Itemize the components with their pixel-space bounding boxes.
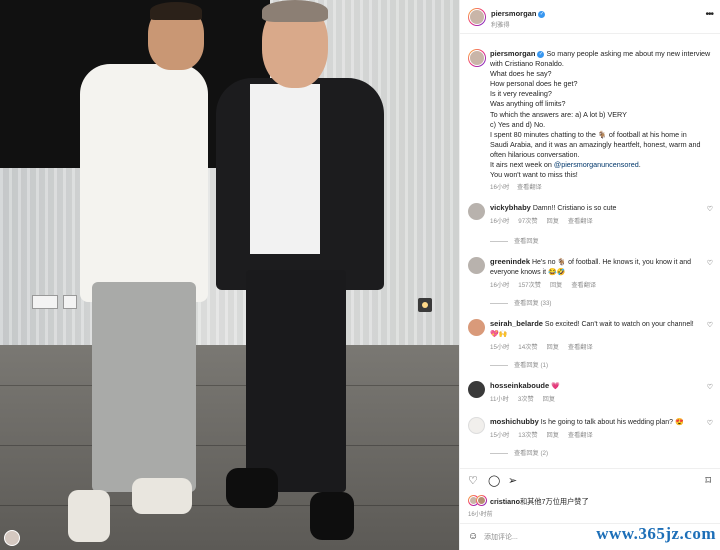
view-replies-link[interactable]: 查看回复 (33) (514, 300, 551, 307)
author-username[interactable]: piersmorgan (491, 9, 536, 18)
person-right-shirt (250, 84, 320, 254)
view-replies-link[interactable]: 查看回复 (2) (514, 450, 548, 457)
emoji-smile-icon[interactable]: ☺ (468, 531, 478, 543)
liker-avatar[interactable] (476, 495, 487, 506)
person-left-pants (92, 282, 196, 492)
bookmark-icon[interactable]: ⌑ (705, 475, 711, 487)
wall-switch (63, 295, 77, 309)
person-right-pants (246, 270, 346, 492)
translate-link[interactable]: 查看翻译 (568, 344, 593, 351)
reply-button[interactable]: 回复 (550, 282, 562, 289)
post-sidebar: piersmorgan ✓ 利雅得 ••• piersmorgan ✓ So man… (459, 0, 720, 550)
translate-link[interactable]: 查看翻译 (568, 218, 593, 225)
comment-time: 16小时 (490, 218, 510, 225)
caption-line: You won't want to miss this! (490, 170, 578, 180)
author-avatar[interactable] (468, 8, 486, 26)
reply-button[interactable]: 回复 (547, 218, 559, 225)
caption-line: So many people asking me about my new in… (546, 49, 711, 58)
more-options-icon[interactable]: ••• (705, 9, 713, 20)
reply-button[interactable]: 回复 (547, 432, 559, 439)
commenter-avatar[interactable] (468, 319, 485, 336)
wall-outlet (32, 295, 58, 309)
heart-outline-icon[interactable]: ♡ (707, 321, 713, 329)
commenter-username[interactable]: vickybhaby (490, 203, 531, 212)
view-replies-link[interactable]: 查看回复 (514, 238, 539, 245)
caption-time: 16小时 (490, 184, 510, 191)
comment-likes[interactable]: 14次赞 (518, 344, 537, 351)
translate-link[interactable]: 查看翻译 (568, 432, 593, 439)
commenter-avatar[interactable] (468, 257, 485, 274)
heart-outline-icon[interactable]: ♡ (468, 475, 478, 487)
post-header: piersmorgan ✓ 利雅得 ••• (460, 0, 720, 34)
caption-line: I spent 80 minutes chatting to the 🐐 of … (490, 129, 687, 139)
person-left-shoe (68, 490, 110, 542)
watermark-text: www.365jz.com (596, 524, 716, 543)
post-time: 16小时前 (468, 512, 493, 518)
caption-line: Was anything off limits? (490, 99, 566, 109)
comment-time: 15小时 (490, 432, 510, 439)
heart-outline-icon[interactable]: ♡ (707, 383, 713, 391)
caption-period: . (638, 160, 641, 170)
caption-translate-link[interactable]: 查看翻译 (517, 184, 542, 191)
heart-outline-icon[interactable]: ♡ (707, 205, 713, 213)
post-photo[interactable] (0, 0, 459, 550)
comment-likes[interactable]: 157次赞 (518, 282, 541, 289)
verified-badge-icon: ✓ (537, 50, 545, 58)
commenter-username[interactable]: moshichubby (490, 417, 539, 426)
post-location[interactable]: 利雅得 (491, 20, 545, 29)
caption-line: c) Yes and d) No. (490, 119, 546, 129)
caption-line: often hilarious conversation. (490, 149, 580, 159)
caption-line: To which the answers are: a) A lot b) VE… (490, 109, 627, 119)
paper-plane-icon[interactable]: ➢ (508, 475, 517, 487)
action-bar: ♡ ◯ ➢ ⌑ (460, 468, 720, 492)
comment-likes[interactable]: 97次赞 (518, 218, 537, 225)
person-left-shirt (80, 64, 208, 302)
commenter-username[interactable]: seirah_belarde (490, 319, 543, 328)
liked-by-user[interactable]: cristiano (490, 497, 520, 506)
comment-time: 16小时 (490, 282, 510, 289)
comment-time: 11小时 (490, 396, 509, 403)
caption-username[interactable]: piersmorgan (490, 49, 535, 58)
tagged-user-avatar[interactable] (4, 530, 20, 546)
view-replies-link[interactable]: 查看回复 (1) (514, 362, 548, 369)
liked-by-rest: 和其他7万位用户赞了 (519, 497, 589, 506)
commenter-avatar[interactable] (468, 381, 485, 398)
post-caption: piersmorgan ✓ So many people asking me ab… (490, 49, 712, 180)
caption-line: What does he say? (490, 69, 552, 79)
liked-by[interactable]: cristiano和其他7万位用户赞了 (490, 497, 589, 507)
author-info: piersmorgan ✓ 利雅得 (491, 9, 546, 29)
caption-line: with Cristiano Ronaldo. (490, 59, 564, 69)
person-left-hair (150, 2, 202, 20)
wall-lamp (418, 298, 432, 312)
person-right-shoe (310, 492, 354, 540)
commenter-username[interactable]: greenindek (490, 257, 530, 266)
heart-outline-icon[interactable]: ♡ (707, 419, 713, 427)
comment-likes[interactable]: 13次赞 (518, 432, 537, 439)
person-right-shoe (226, 468, 278, 508)
caption-meta: 16小时 查看翻译 (490, 182, 542, 191)
translate-link[interactable]: 查看翻译 (571, 282, 596, 289)
caption-author-avatar[interactable] (468, 49, 486, 67)
reply-button[interactable]: 回复 (543, 396, 555, 403)
person-left-shoe (132, 478, 192, 514)
comment-text: Damn!! Cristiano is so cute (532, 205, 617, 212)
comment-time: 15小时 (490, 344, 510, 351)
caption-mention-link[interactable]: @piersmorganuncensored (554, 160, 639, 169)
caption-line: Is it very revealing? (490, 89, 552, 99)
caption-line: Saudi Arabia, and it was an amazingly he… (490, 139, 701, 149)
caption-airs: It airs next week on (490, 160, 554, 170)
comment-bubble-icon[interactable]: ◯ (488, 475, 500, 487)
verified-badge-icon: ✓ (538, 10, 546, 18)
commenter-avatar[interactable] (468, 203, 485, 220)
person-right-hair (262, 0, 328, 22)
comment-likes[interactable]: 3次赞 (518, 396, 534, 403)
commenter-username[interactable]: hosseinkaboude (490, 381, 549, 390)
heart-outline-icon[interactable]: ♡ (707, 259, 713, 267)
comment-text: 💗 (551, 383, 560, 390)
comment-text: Is he going to talk about his wedding pl… (540, 419, 684, 426)
caption-line: How personal does he get? (490, 79, 578, 89)
commenter-avatar[interactable] (468, 417, 485, 434)
reply-button[interactable]: 回复 (547, 344, 559, 351)
